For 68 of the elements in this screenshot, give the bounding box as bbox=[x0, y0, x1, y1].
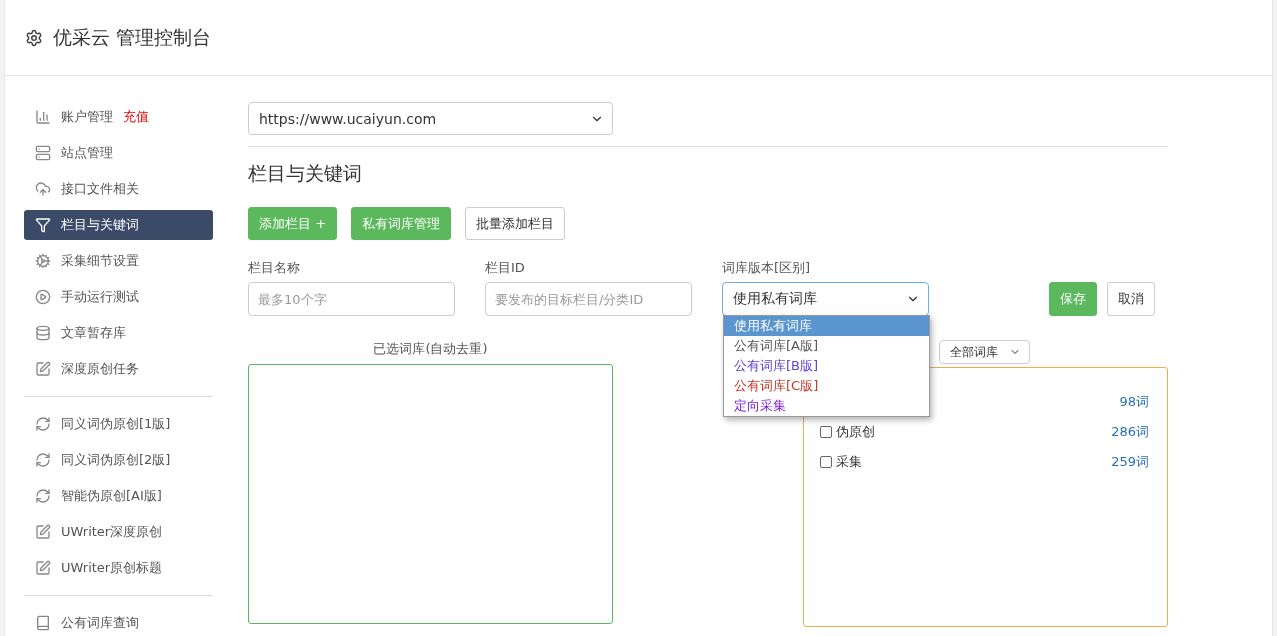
field-label: 栏目ID bbox=[485, 259, 526, 277]
sidebar-label: 站点管理 bbox=[61, 144, 113, 162]
sidebar-item[interactable]: 采集细节设置 bbox=[24, 246, 213, 276]
checkbox[interactable] bbox=[820, 456, 832, 468]
sidebar-item[interactable]: 智能伪原创[AI版] bbox=[24, 481, 213, 511]
play-icon bbox=[35, 289, 51, 305]
server-icon bbox=[35, 145, 51, 161]
sidebar-label: 手动运行测试 bbox=[61, 288, 139, 306]
sidebar-item[interactable]: 同义词伪原创[2版] bbox=[24, 445, 213, 475]
sidebar-label: 采集细节设置 bbox=[61, 252, 139, 270]
checkbox[interactable] bbox=[820, 426, 832, 438]
refresh-icon bbox=[35, 488, 51, 504]
book-icon bbox=[35, 615, 51, 631]
toolbar-button[interactable]: 批量添加栏目 bbox=[465, 207, 566, 240]
dropdown-option[interactable]: 定向采集 bbox=[724, 396, 929, 416]
sidebar-label: 同义词伪原创[1版] bbox=[61, 415, 171, 433]
sidebar-item[interactable]: 同义词伪原创[1版] bbox=[24, 409, 213, 439]
app-title: 优采云 管理控制台 bbox=[53, 24, 212, 50]
dropdown-option[interactable]: 公有词库[B版] bbox=[724, 356, 929, 376]
refresh-icon bbox=[35, 416, 51, 432]
sidebar-item[interactable]: 栏目与关键词 bbox=[24, 210, 213, 240]
sidebar-label: 公有词库查询 bbox=[61, 614, 139, 632]
database-icon bbox=[35, 325, 51, 341]
sidebar-item[interactable]: UWriter原创标题 bbox=[24, 553, 213, 583]
sidebar-item[interactable]: 账户管理 充值 bbox=[24, 102, 213, 132]
text-field[interactable]: 要发布的目标栏目/分类ID bbox=[485, 282, 692, 316]
dropdown-option[interactable]: 公有词库[C版] bbox=[724, 376, 929, 396]
bar-chart-icon bbox=[35, 109, 51, 125]
version-select[interactable]: 使用私有词库 bbox=[722, 282, 929, 316]
library-name: 采集 bbox=[836, 453, 862, 471]
dropdown-option[interactable]: 公有词库[A版] bbox=[724, 336, 929, 356]
sidebar-label: 栏目与关键词 bbox=[61, 216, 139, 234]
sidebar-item[interactable]: UWriter深度原创 bbox=[24, 517, 213, 547]
text-field[interactable]: 最多10个字 bbox=[248, 282, 455, 316]
site-select[interactable]: https://www.ucaiyun.com bbox=[248, 102, 613, 135]
word-count: 98词 bbox=[1119, 393, 1149, 411]
sidebar-item[interactable]: 深度原创任务 bbox=[24, 354, 213, 384]
cancel-button[interactable]: 取消 bbox=[1107, 282, 1155, 316]
sidebar-label: 深度原创任务 bbox=[61, 360, 139, 378]
edit-icon bbox=[35, 560, 51, 576]
sidebar-label: UWriter深度原创 bbox=[61, 523, 163, 541]
gear-icon bbox=[35, 253, 51, 269]
word-count: 286词 bbox=[1111, 423, 1149, 441]
sidebar-label: UWriter原创标题 bbox=[61, 559, 163, 577]
word-count: 259词 bbox=[1111, 453, 1149, 471]
edit-icon bbox=[35, 524, 51, 540]
sidebar-item[interactable]: 公有词库查询 bbox=[24, 608, 213, 636]
sidebar-item[interactable]: 接口文件相关 bbox=[24, 174, 213, 204]
library-filter-select[interactable]: 全部词库 bbox=[939, 340, 1030, 364]
edit-icon bbox=[35, 361, 51, 377]
section-heading: 栏目与关键词 bbox=[248, 161, 363, 186]
cloud-upload-icon bbox=[35, 181, 51, 197]
sidebar-label: 接口文件相关 bbox=[61, 180, 139, 198]
sidebar-label: 智能伪原创[AI版] bbox=[61, 487, 162, 505]
box-title: 已选词库(自动去重) bbox=[373, 340, 488, 358]
sidebar-label: 文章暂存库 bbox=[61, 324, 126, 342]
filter-icon bbox=[35, 217, 51, 233]
sidebar-item[interactable]: 手动运行测试 bbox=[24, 282, 213, 312]
settings-icon bbox=[25, 28, 43, 47]
sidebar-item[interactable]: 站点管理 bbox=[24, 138, 213, 168]
sidebar-item[interactable]: 文章暂存库 bbox=[24, 318, 213, 348]
refresh-icon bbox=[35, 452, 51, 468]
field-label: 栏目名称 bbox=[248, 259, 301, 277]
library-name: 伪原创 bbox=[836, 423, 875, 441]
field-label: 词库版本[区别] bbox=[722, 259, 812, 277]
sidebar-label: 账户管理 bbox=[61, 108, 113, 126]
sidebar-label: 同义词伪原创[2版] bbox=[61, 451, 171, 469]
recharge-link[interactable]: 充值 bbox=[123, 108, 149, 126]
